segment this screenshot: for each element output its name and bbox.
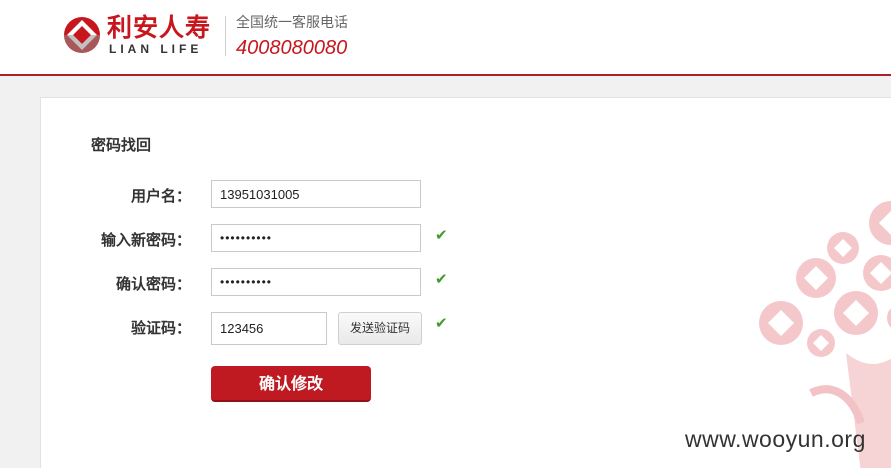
username-label: 用户名： xyxy=(130,187,191,205)
brand-name-en: LIAN LIFE xyxy=(109,42,203,56)
confirm-change-button[interactable]: 确认修改 xyxy=(211,366,371,402)
verify-code-label: 验证码： xyxy=(130,319,191,337)
hotline-number: 4008080080 xyxy=(236,37,348,59)
verify-code-input[interactable] xyxy=(211,312,327,345)
page-title: 密码找回 xyxy=(91,136,152,154)
new-password-label: 输入新密码： xyxy=(100,231,191,249)
hotline-label: 全国统一客服电话 xyxy=(236,15,348,31)
verify-code-check-icon: ✔ xyxy=(435,314,448,332)
brand-logo-icon xyxy=(64,17,100,53)
brand-logo[interactable]: 利安人寿 LIAN LIFE xyxy=(63,14,213,56)
new-password-check-icon: ✔ xyxy=(435,226,448,244)
confirm-password-check-icon: ✔ xyxy=(435,270,448,288)
header-divider xyxy=(225,16,226,56)
password-recovery-panel: 密码找回 用户名： 输入新密码： ✔ 确认密码： ✔ 验证码： 发送验证码 ✔ … xyxy=(40,97,891,468)
confirm-password-input[interactable] xyxy=(211,268,421,296)
site-header: 利安人寿 LIAN LIFE 全国统一客服电话 4008080080 xyxy=(0,0,891,76)
confirm-password-label: 确认密码： xyxy=(115,275,191,293)
new-password-input[interactable] xyxy=(211,224,421,252)
send-code-button[interactable]: 发送验证码 xyxy=(338,312,422,345)
brand-name-cn: 利安人寿 xyxy=(107,13,212,42)
watermark-text: www.wooyun.org xyxy=(685,426,866,452)
username-input[interactable] xyxy=(211,180,421,208)
